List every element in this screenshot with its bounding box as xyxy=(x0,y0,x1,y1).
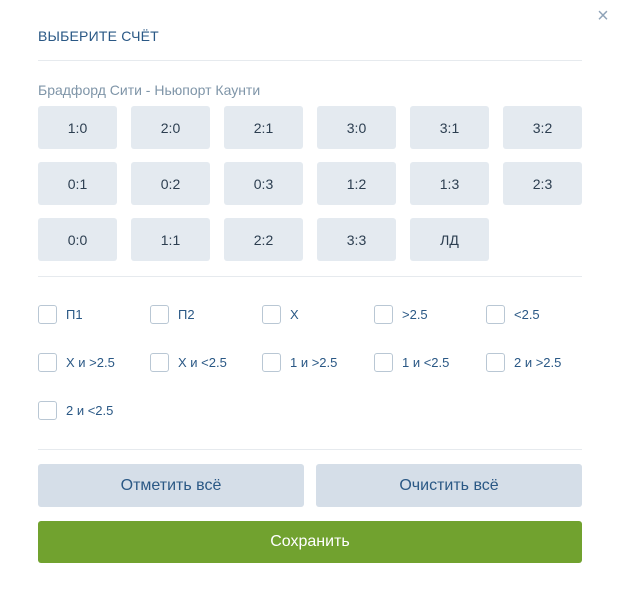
outcome-checkbox[interactable]: 2 и <2.5 xyxy=(38,399,150,421)
dialog-title: ВЫБЕРИТЕ СЧЁТ xyxy=(38,28,159,44)
score-button[interactable]: 1:2 xyxy=(317,162,396,205)
score-button[interactable]: 0:3 xyxy=(224,162,303,205)
checkbox-box[interactable] xyxy=(486,352,505,372)
checkbox-box[interactable] xyxy=(486,304,505,324)
outcome-checkbox[interactable]: 1 и <2.5 xyxy=(374,351,486,373)
score-grid: 1:0 2:0 2:1 3:0 3:1 3:2 0:1 0:2 0:3 1:2 … xyxy=(38,106,582,261)
outcome-checkboxes: П1 П2 X >2.5 <2.5 X и >2.5 X и <2.5 1 и … xyxy=(38,303,598,421)
outcome-checkbox[interactable]: X и <2.5 xyxy=(150,351,262,373)
checkbox-label: 1 и <2.5 xyxy=(402,354,450,370)
score-button[interactable]: 2:0 xyxy=(131,106,210,149)
score-button-draw-disabled[interactable]: ЛД xyxy=(410,218,489,261)
score-button[interactable]: 0:0 xyxy=(38,218,117,261)
checkbox-label: >2.5 xyxy=(402,306,428,322)
divider xyxy=(38,60,582,61)
outcome-checkbox[interactable]: >2.5 xyxy=(374,303,486,325)
checkbox-box[interactable] xyxy=(38,400,57,420)
checkbox-box[interactable] xyxy=(374,304,393,324)
checkbox-label: <2.5 xyxy=(514,306,540,322)
checkbox-label: X xyxy=(290,306,299,322)
score-button[interactable]: 2:3 xyxy=(503,162,582,205)
checkbox-label: П2 xyxy=(178,306,195,322)
close-icon: × xyxy=(597,5,609,27)
outcome-checkbox[interactable]: 1 и >2.5 xyxy=(262,351,374,373)
score-button[interactable]: 3:3 xyxy=(317,218,396,261)
select-all-button[interactable]: Отметить всё xyxy=(38,464,304,507)
save-button[interactable]: Сохранить xyxy=(38,521,582,563)
checkbox-box[interactable] xyxy=(262,304,281,324)
checkbox-label: X и <2.5 xyxy=(178,354,227,370)
match-name: Брадфорд Сити - Ньюпорт Каунти xyxy=(38,82,261,98)
score-button[interactable]: 2:1 xyxy=(224,106,303,149)
outcome-checkbox[interactable]: 2 и >2.5 xyxy=(486,351,598,373)
outcome-checkbox[interactable]: <2.5 xyxy=(486,303,598,325)
close-button[interactable]: × xyxy=(593,6,613,26)
checkbox-box[interactable] xyxy=(374,352,393,372)
score-button[interactable]: 1:0 xyxy=(38,106,117,149)
clear-all-button[interactable]: Очистить всё xyxy=(316,464,582,507)
score-button[interactable]: 0:1 xyxy=(38,162,117,205)
score-button[interactable]: 2:2 xyxy=(224,218,303,261)
divider xyxy=(38,449,582,450)
score-button[interactable]: 3:0 xyxy=(317,106,396,149)
checkbox-box[interactable] xyxy=(38,304,57,324)
divider xyxy=(38,276,582,277)
checkbox-box[interactable] xyxy=(150,352,169,372)
outcome-checkbox[interactable]: X и >2.5 xyxy=(38,351,150,373)
score-button[interactable]: 3:2 xyxy=(503,106,582,149)
checkbox-box[interactable] xyxy=(38,352,57,372)
score-button[interactable]: 3:1 xyxy=(410,106,489,149)
checkbox-label: X и >2.5 xyxy=(66,354,115,370)
checkbox-box[interactable] xyxy=(262,352,281,372)
checkbox-box[interactable] xyxy=(150,304,169,324)
score-button[interactable]: 1:1 xyxy=(131,218,210,261)
outcome-checkbox[interactable]: П1 xyxy=(38,303,150,325)
checkbox-label: П1 xyxy=(66,306,83,322)
checkbox-label: 1 и >2.5 xyxy=(290,354,338,370)
outcome-checkbox[interactable]: X xyxy=(262,303,374,325)
score-button[interactable]: 0:2 xyxy=(131,162,210,205)
outcome-checkbox[interactable]: П2 xyxy=(150,303,262,325)
checkbox-label: 2 и >2.5 xyxy=(514,354,562,370)
checkbox-label: 2 и <2.5 xyxy=(66,402,114,418)
score-button[interactable]: 1:3 xyxy=(410,162,489,205)
